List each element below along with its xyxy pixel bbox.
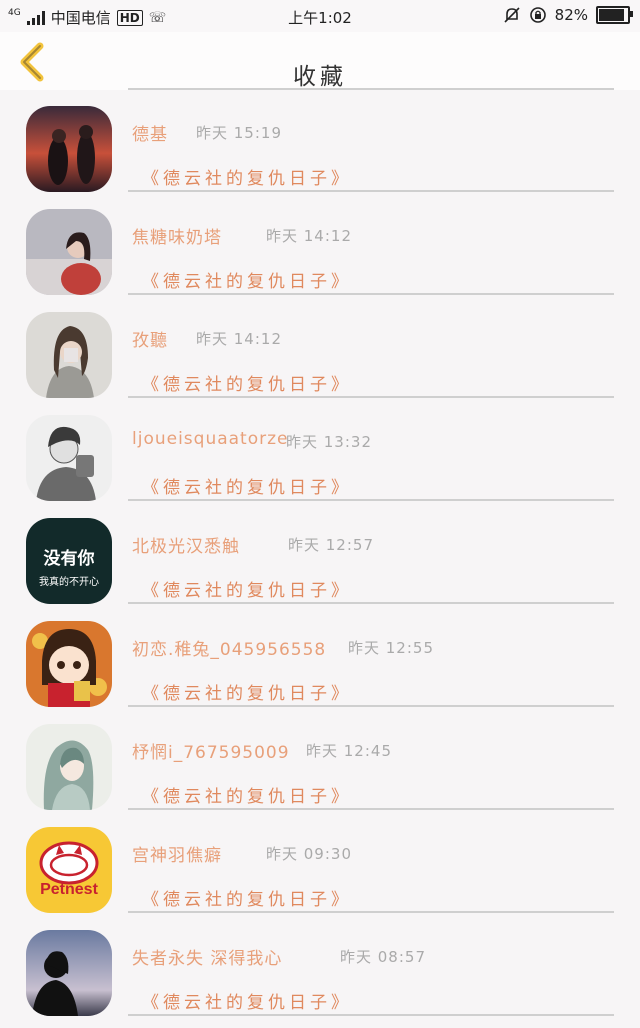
- book-title[interactable]: 《德云社的复仇日子》: [142, 267, 352, 292]
- page-title: 收藏: [293, 64, 347, 90]
- timestamp: 昨天 14:12: [196, 330, 282, 348]
- header-divider: [128, 88, 614, 90]
- divider: [128, 190, 614, 192]
- petnest-logo-icon: [39, 841, 99, 885]
- user-name[interactable]: 失者永失 深得我心: [132, 944, 282, 969]
- avatar[interactable]: Petnest: [26, 827, 112, 913]
- timestamp: 昨天 12:45: [306, 742, 392, 760]
- user-name[interactable]: 杼惘i_767595009: [132, 738, 290, 763]
- user-name[interactable]: 孜聽: [132, 326, 168, 351]
- avatar[interactable]: [26, 930, 112, 1016]
- timestamp: 昨天 09:30: [266, 845, 352, 863]
- avatar[interactable]: [26, 724, 112, 810]
- list-item[interactable]: 德基 昨天 15:19 《德云社的复仇日子》: [0, 92, 640, 195]
- status-bar: 4G 中国电信 HD ☏ 上午1:02 82%: [0, 0, 640, 32]
- battery-icon: [596, 6, 633, 24]
- divider: [128, 293, 614, 295]
- book-title[interactable]: 《德云社的复仇日子》: [142, 885, 352, 910]
- book-title[interactable]: 《德云社的复仇日子》: [142, 370, 352, 395]
- book-title[interactable]: 《德云社的复仇日子》: [142, 473, 352, 498]
- timestamp: 昨天 13:32: [286, 433, 372, 451]
- user-name[interactable]: 初恋.稚兔_045956558: [132, 635, 326, 660]
- avatar[interactable]: 没有你 我真的不开心: [26, 518, 112, 604]
- timestamp: 昨天 08:57: [340, 948, 426, 966]
- header-bar: 收藏: [0, 32, 640, 90]
- timestamp: 昨天 14:12: [266, 227, 352, 245]
- list-item[interactable]: ljoueisquaatorze 昨天 13:32 《德云社的复仇日子》: [0, 401, 640, 504]
- mute-bell-icon: [504, 7, 520, 23]
- user-name[interactable]: ljoueisquaatorze: [132, 429, 289, 449]
- book-title[interactable]: 《德云社的复仇日子》: [142, 164, 352, 189]
- avatar[interactable]: [26, 312, 112, 398]
- status-right: 82%: [503, 6, 633, 24]
- avatar[interactable]: [26, 415, 112, 501]
- list-item[interactable]: Petnest 宫神羽僬癖 昨天 09:30 《德云社的复仇日子》: [0, 813, 640, 916]
- divider: [128, 499, 614, 501]
- divider: [128, 602, 614, 604]
- list-item[interactable]: 初恋.稚兔_045956558 昨天 12:55 《德云社的复仇日子》: [0, 607, 640, 710]
- favorites-list: 德基 昨天 15:19 《德云社的复仇日子》 焦糖味奶塔 昨天 14:12 《德…: [0, 92, 640, 1019]
- battery-percent: 82%: [554, 6, 588, 24]
- timestamp: 昨天 12:57: [288, 536, 374, 554]
- rotation-lock-icon: [529, 7, 546, 23]
- list-item[interactable]: 杼惘i_767595009 昨天 12:45 《德云社的复仇日子》: [0, 710, 640, 813]
- divider: [128, 911, 614, 913]
- divider: [128, 705, 614, 707]
- list-item[interactable]: 孜聽 昨天 14:12 《德云社的复仇日子》: [0, 298, 640, 401]
- divider: [128, 396, 614, 398]
- list-item[interactable]: 焦糖味奶塔 昨天 14:12 《德云社的复仇日子》: [0, 195, 640, 298]
- avatar-text: Petnest: [40, 881, 98, 898]
- avatar[interactable]: [26, 621, 112, 707]
- list-item[interactable]: 失者永失 深得我心 昨天 08:57 《德云社的复仇日子》: [0, 916, 640, 1019]
- book-title[interactable]: 《德云社的复仇日子》: [142, 576, 352, 601]
- book-title[interactable]: 《德云社的复仇日子》: [142, 782, 352, 807]
- avatar-text: 没有你: [43, 549, 95, 569]
- timestamp: 昨天 12:55: [348, 639, 434, 657]
- book-title[interactable]: 《德云社的复仇日子》: [142, 988, 352, 1013]
- user-name[interactable]: 德基: [132, 120, 168, 145]
- divider: [128, 1014, 614, 1016]
- timestamp: 昨天 15:19: [196, 124, 282, 142]
- divider: [128, 808, 614, 810]
- avatar[interactable]: [26, 209, 112, 295]
- user-name[interactable]: 北极光汉悉触: [132, 532, 240, 557]
- battery-fill: [599, 9, 624, 21]
- book-title[interactable]: 《德云社的复仇日子》: [142, 679, 352, 704]
- list-item[interactable]: 没有你 我真的不开心 北极光汉悉触 昨天 12:57 《德云社的复仇日子》: [0, 504, 640, 607]
- user-name[interactable]: 宫神羽僬癖: [132, 841, 222, 866]
- user-name[interactable]: 焦糖味奶塔: [132, 223, 222, 248]
- avatar-subtext: 我真的不开心: [39, 577, 99, 588]
- avatar[interactable]: [26, 106, 112, 192]
